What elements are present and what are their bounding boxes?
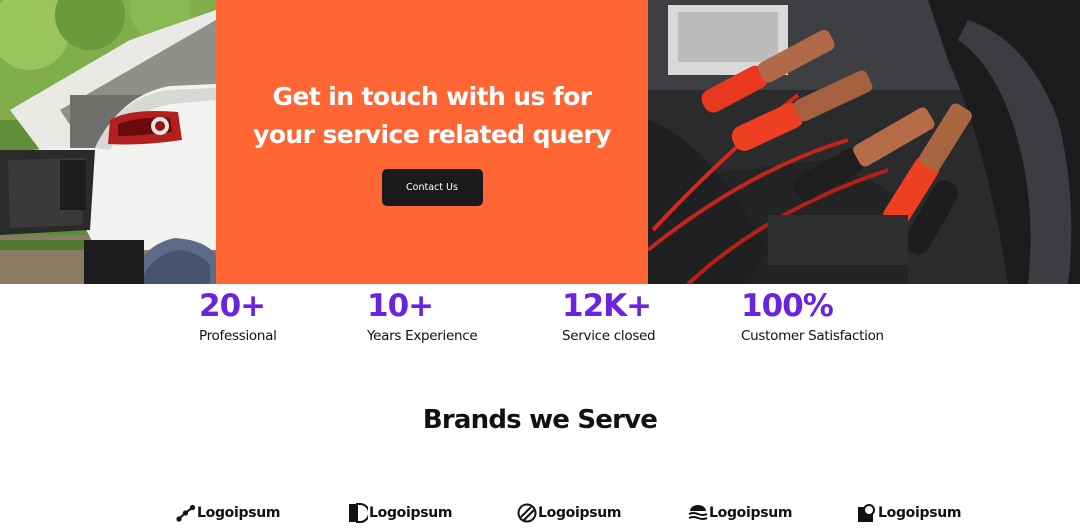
stat-professional: 20+ Professional <box>199 288 277 344</box>
brand-logo[interactable]: Logoipsum <box>688 500 792 526</box>
stat-label: Customer Satisfaction <box>741 328 884 344</box>
cta-heading: Get in touch with us for your service re… <box>253 82 611 149</box>
stat-value: 10+ <box>367 288 434 324</box>
stat-label: Service closed <box>562 328 656 344</box>
nodes-icon <box>176 504 196 522</box>
stat-value: 100% <box>741 288 834 324</box>
jumper-cables-photo <box>648 0 1080 284</box>
stat-years-experience: 10+ Years Experience <box>367 288 478 344</box>
stat-label: Professional <box>199 328 277 344</box>
brand-logo-text: Logoipsum <box>878 505 962 521</box>
stat-label: Years Experience <box>367 328 478 344</box>
stats-strip: 20+ Professional 10+ Years Experience 12… <box>0 288 1080 358</box>
brand-logos-row: Logoipsum Logoipsum Logoipsum Logoipsum … <box>0 500 1080 528</box>
brand-logo-text: Logoipsum <box>538 505 622 521</box>
contact-cta-panel: Get in touch with us for your service re… <box>216 0 648 284</box>
brand-logo[interactable]: Logoipsum <box>857 500 961 526</box>
brand-logo[interactable]: Logoipsum <box>517 500 621 526</box>
car-photo <box>0 0 216 284</box>
stat-service-closed: 12K+ Service closed <box>562 288 656 344</box>
brand-logo-text: Logoipsum <box>369 505 453 521</box>
brand-logo-text: Logoipsum <box>709 505 793 521</box>
brands-heading: Brands we Serve <box>422 405 658 435</box>
stat-value: 20+ <box>199 288 266 324</box>
stat-value: 12K+ <box>562 288 652 324</box>
striped-circle-icon <box>517 503 537 523</box>
stat-customer-satisfaction: 100% Customer Satisfaction <box>741 288 884 344</box>
contact-us-button[interactable]: Contact Us <box>381 169 483 206</box>
half-block-icon <box>349 503 368 523</box>
square-circle-icon <box>858 504 875 522</box>
brand-logo[interactable]: Logoipsum <box>348 500 452 526</box>
brand-logo-text: Logoipsum <box>197 505 281 521</box>
brand-logo[interactable]: Logoipsum <box>176 500 280 526</box>
waves-icon <box>688 505 708 520</box>
contact-hero: Get in touch with us for your service re… <box>0 0 1080 284</box>
